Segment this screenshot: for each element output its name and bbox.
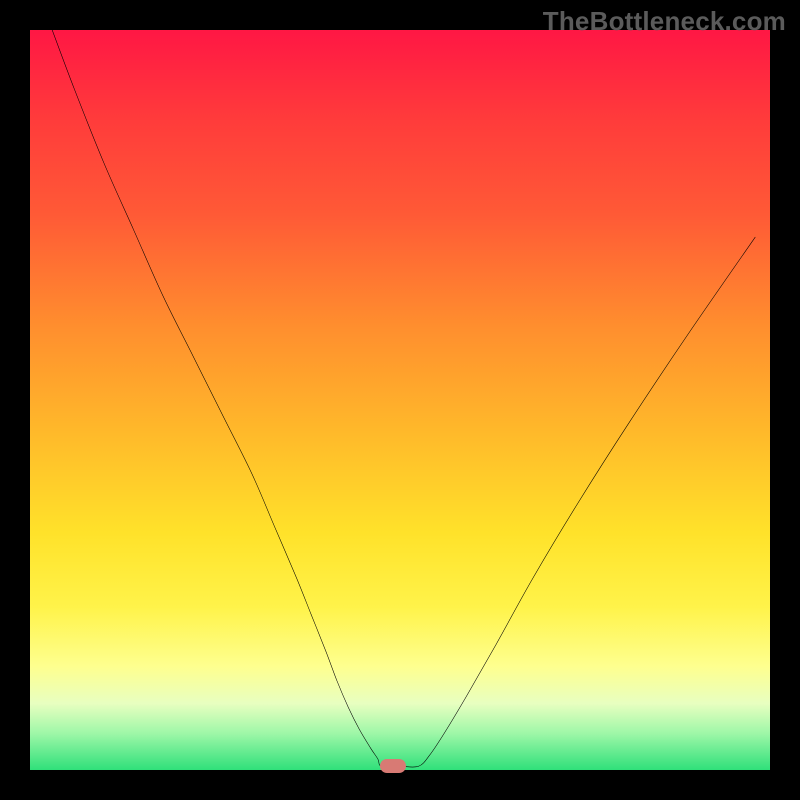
minimum-marker [380, 759, 406, 773]
gradient-background [30, 30, 770, 770]
watermark-text: TheBottleneck.com [543, 6, 786, 37]
chart-frame: TheBottleneck.com [0, 0, 800, 800]
plot-area [30, 30, 770, 770]
